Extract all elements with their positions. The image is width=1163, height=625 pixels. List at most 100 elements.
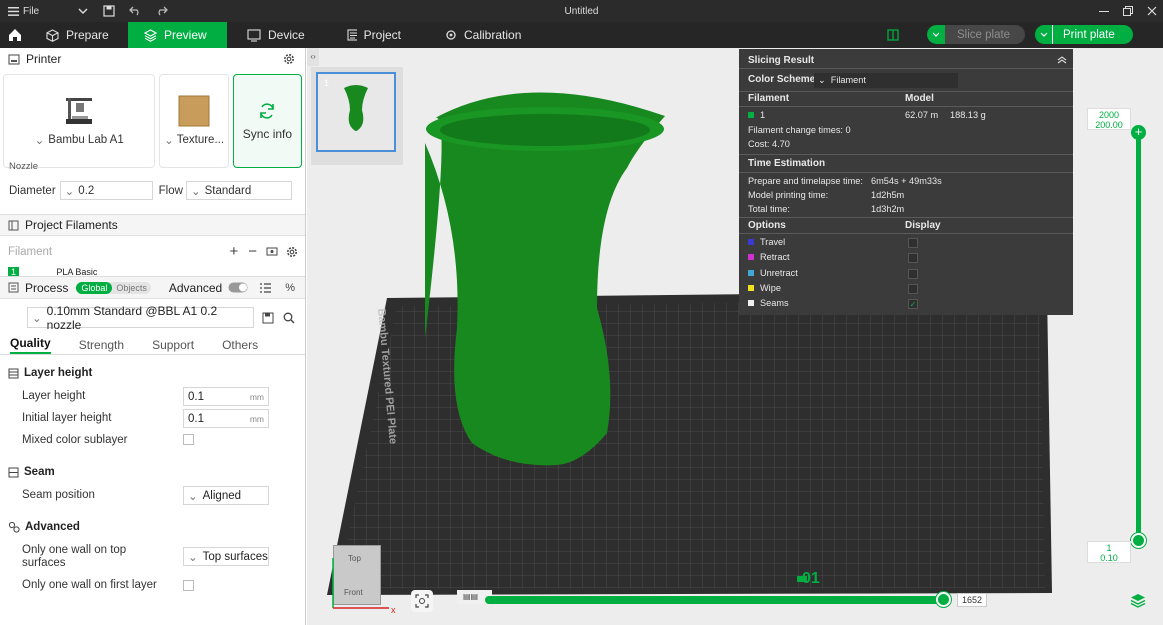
close-icon[interactable]	[1147, 6, 1157, 16]
plate-texture-image	[178, 95, 210, 127]
tab-calibration[interactable]: Calibration	[417, 22, 537, 48]
bottom-layer-handle[interactable]	[1131, 533, 1146, 548]
process-icon	[8, 282, 19, 293]
tab-prepare[interactable]: Prepare	[30, 22, 128, 48]
redo-icon[interactable]	[148, 6, 174, 16]
chevron-down-icon[interactable]	[927, 25, 945, 44]
unit-label: mm	[249, 391, 264, 402]
print-plate-button[interactable]: Print plate	[1035, 25, 1133, 44]
option-retract-checkbox[interactable]	[908, 253, 918, 264]
initial-layer-height-input[interactable]: 0.1 mm	[183, 409, 269, 428]
process-preset-select[interactable]: ⌄ 0.10mm Standard @BBL A1 0.2 nozzle	[27, 304, 254, 332]
chevron-down-icon: ⌄	[64, 185, 75, 198]
tab-strength[interactable]: Strength	[79, 338, 124, 352]
seam-position-select[interactable]: ⌄ Aligned	[183, 486, 269, 505]
move-slider-readout: 1652	[957, 593, 987, 607]
objects-toggle[interactable]: Objects	[112, 282, 151, 294]
advanced-group: Advanced	[0, 521, 80, 533]
mixed-color-checkbox[interactable]	[183, 434, 194, 445]
top-layer-readout: 2000 200.00	[1087, 108, 1131, 130]
filament-weight: 188.13 g	[950, 110, 986, 120]
plate-type-card[interactable]: ⌄ Texture...	[159, 74, 229, 168]
cube-icon	[46, 28, 59, 42]
undo-icon[interactable]	[122, 6, 148, 16]
process-section-header: Process Global Objects Advanced %	[0, 276, 305, 299]
file-menu[interactable]: File	[0, 6, 70, 17]
one-wall-first-layer-checkbox[interactable]	[183, 580, 194, 591]
option-travel: Travel	[748, 237, 785, 247]
layers-icon	[144, 28, 157, 42]
option-color-swatch	[748, 284, 754, 291]
move-slider-handle[interactable]	[936, 592, 951, 607]
sync-info-label: Sync info	[242, 127, 293, 141]
global-objects-toggle[interactable]: Global Objects	[76, 281, 151, 294]
layer-height-label: Layer height	[22, 390, 86, 402]
list-icon[interactable]	[260, 282, 272, 293]
axis-x-label: x	[391, 605, 396, 615]
flow-label: Flow	[158, 184, 183, 197]
sync-info-button[interactable]: Sync info	[232, 74, 303, 168]
chevron-down-icon: ⌄	[190, 185, 201, 198]
filament-icon	[8, 220, 19, 230]
option-travel-checkbox[interactable]	[908, 238, 918, 248]
seam-icon	[8, 467, 19, 477]
chevron-down-icon[interactable]	[1035, 25, 1053, 44]
compare-icon[interactable]: %	[285, 282, 295, 294]
tab-quality[interactable]: Quality	[10, 336, 51, 354]
plus-icon[interactable]: +	[229, 243, 238, 260]
diameter-select[interactable]: ⌄ 0.2	[59, 181, 153, 200]
advanced-switch[interactable]	[228, 282, 248, 293]
slice-plate-button[interactable]: Slice plate	[927, 25, 1025, 44]
save-preset-icon[interactable]	[262, 312, 274, 324]
restore-icon[interactable]	[1123, 6, 1133, 16]
layer-height-input[interactable]: 0.1 mm	[183, 387, 269, 406]
time-estimation-title: Time Estimation	[748, 158, 826, 169]
title-bar: File Untitled	[0, 0, 1163, 22]
option-wipe: Wipe	[748, 283, 781, 293]
color-scheme-label: Color Scheme	[748, 74, 816, 85]
slicing-result-title: Slicing Result	[748, 55, 815, 66]
filament-row[interactable]: 1 PLA Basic	[8, 267, 294, 276]
minus-icon[interactable]: −	[248, 243, 257, 260]
filament-column-header: Filament	[748, 93, 790, 104]
gear-icon[interactable]	[283, 53, 295, 65]
option-seams-checkbox[interactable]: ✓	[908, 299, 918, 310]
layer-range-slider[interactable]	[1136, 132, 1141, 542]
tab-support[interactable]: Support	[152, 338, 194, 352]
tab-project[interactable]: Project	[327, 22, 417, 48]
filament-change-times: Filament change times: 0	[748, 125, 851, 135]
gear-icon[interactable]	[286, 246, 298, 258]
settings-panel: Printer ⌄ Bambu Lab A1 ⌄ Texture... Sync i…	[0, 48, 306, 625]
chevron-down-icon[interactable]	[70, 8, 96, 14]
filament-row: 1	[748, 110, 765, 120]
option-unretract-checkbox[interactable]	[908, 268, 918, 279]
main-tab-bar: Prepare Preview Device Project Calibrati…	[0, 22, 1163, 48]
bottom-layer-readout: 1 0.10	[1087, 541, 1131, 563]
device-status-icon[interactable]	[887, 28, 899, 41]
one-wall-top-select[interactable]: ⌄ Top surfaces	[183, 547, 269, 566]
sync-filament-icon[interactable]	[266, 246, 278, 257]
display-header: Display	[905, 220, 941, 231]
save-icon[interactable]	[96, 5, 122, 17]
flow-select[interactable]: ⌄ Standard	[185, 181, 292, 200]
minimize-icon[interactable]	[1099, 6, 1109, 16]
color-scheme-select[interactable]: ⌄ Filament	[814, 73, 958, 88]
top-layer-handle[interactable]: +	[1131, 125, 1146, 140]
options-header: Options	[748, 220, 786, 231]
gcode-move-slider[interactable]	[485, 596, 945, 604]
tab-others[interactable]: Others	[222, 338, 258, 352]
tab-preview[interactable]: Preview	[128, 22, 227, 48]
home-icon[interactable]	[0, 22, 30, 48]
one-wall-top-label-cont: surfaces	[22, 557, 66, 569]
seam-position-label: Seam position	[22, 489, 95, 501]
option-wipe-checkbox[interactable]	[908, 283, 918, 294]
search-icon[interactable]	[283, 312, 295, 324]
total-time-value: 1d3h2m	[871, 204, 905, 214]
fit-view-button[interactable]	[411, 590, 433, 612]
layers-icon[interactable]	[1130, 593, 1146, 608]
global-toggle[interactable]: Global	[76, 281, 113, 294]
printer-card[interactable]: ⌄ Bambu Lab A1	[3, 74, 156, 168]
tab-device[interactable]: Device	[227, 22, 327, 48]
collapse-icon[interactable]	[1057, 56, 1067, 64]
project-icon	[347, 29, 357, 41]
